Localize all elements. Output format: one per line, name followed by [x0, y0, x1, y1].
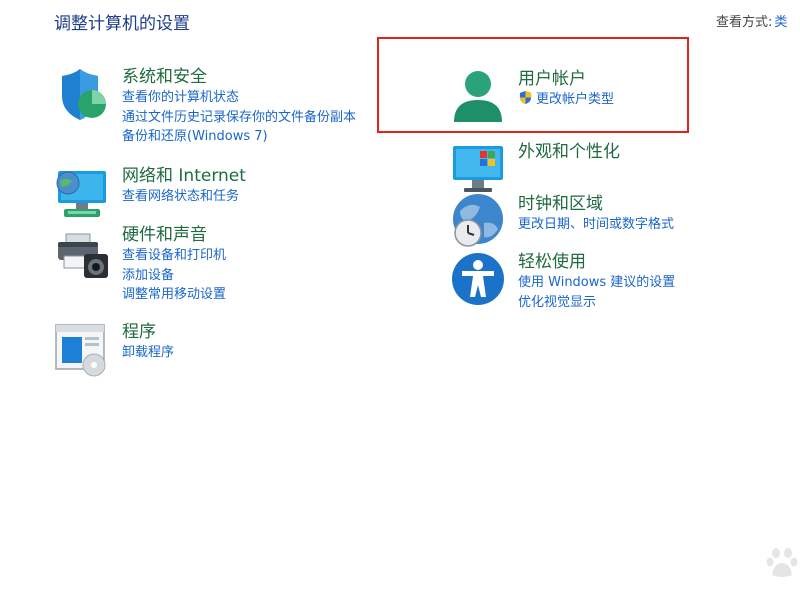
- category-appearance: 外观和个性化: [450, 141, 750, 197]
- category-title-clock-region[interactable]: 时钟和区域: [518, 193, 603, 215]
- link-uninstall-program[interactable]: 卸载程序: [122, 343, 174, 363]
- category-title-hardware-sound[interactable]: 硬件和声音: [122, 224, 207, 246]
- category-clock-region: 时钟和区域 更改日期、时间或数字格式: [450, 193, 750, 249]
- category-network-internet: 网络和 Internet 查看网络状态和任务: [54, 165, 374, 221]
- highlight-box: [377, 37, 689, 133]
- page-title: 调整计算机的设置: [54, 14, 190, 34]
- category-title-ease-of-access[interactable]: 轻松使用: [518, 251, 586, 273]
- category-title-programs[interactable]: 程序: [122, 321, 156, 343]
- category-title-network-internet[interactable]: 网络和 Internet: [122, 165, 246, 187]
- view-by-label: 查看方式:: [716, 15, 773, 30]
- link-devices-printers[interactable]: 查看设备和打印机: [122, 246, 226, 266]
- category-hardware-sound: 硬件和声音 查看设备和打印机 添加设备 调整常用移动设置: [54, 224, 374, 308]
- monitor-icon[interactable]: [450, 141, 506, 197]
- network-icon[interactable]: [54, 165, 110, 221]
- printer-icon[interactable]: [54, 224, 110, 280]
- clock-globe-icon[interactable]: [450, 193, 506, 249]
- view-by: 查看方式: 类: [716, 11, 787, 30]
- link-mobility-settings[interactable]: 调整常用移动设置: [122, 285, 226, 305]
- watermark-paw-icon: [766, 548, 798, 577]
- shield-icon[interactable]: [54, 66, 110, 122]
- link-backup-restore[interactable]: 备份和还原(Windows 7): [122, 127, 356, 147]
- link-optimize-visual-display[interactable]: 优化视觉显示: [518, 293, 675, 313]
- link-change-date-time-format[interactable]: 更改日期、时间或数字格式: [518, 215, 674, 235]
- link-add-device[interactable]: 添加设备: [122, 266, 226, 286]
- category-programs: 程序 卸载程序: [54, 321, 374, 377]
- link-view-computer-status[interactable]: 查看你的计算机状态: [122, 88, 356, 108]
- category-title-system-security[interactable]: 系统和安全: [122, 66, 207, 88]
- accessibility-icon[interactable]: [450, 251, 506, 307]
- programs-icon[interactable]: [54, 321, 110, 377]
- link-recommended-settings[interactable]: 使用 Windows 建议的设置: [518, 273, 675, 293]
- category-title-appearance[interactable]: 外观和个性化: [518, 141, 620, 163]
- category-ease-of-access: 轻松使用 使用 Windows 建议的设置 优化视觉显示: [450, 251, 750, 315]
- view-by-dropdown[interactable]: 类: [774, 15, 787, 30]
- link-network-status[interactable]: 查看网络状态和任务: [122, 187, 239, 207]
- link-file-history-backup[interactable]: 通过文件历史记录保存你的文件备份副本: [122, 108, 356, 128]
- category-system-security: 系统和安全 查看你的计算机状态 通过文件历史记录保存你的文件备份副本 备份和还原…: [54, 66, 374, 156]
